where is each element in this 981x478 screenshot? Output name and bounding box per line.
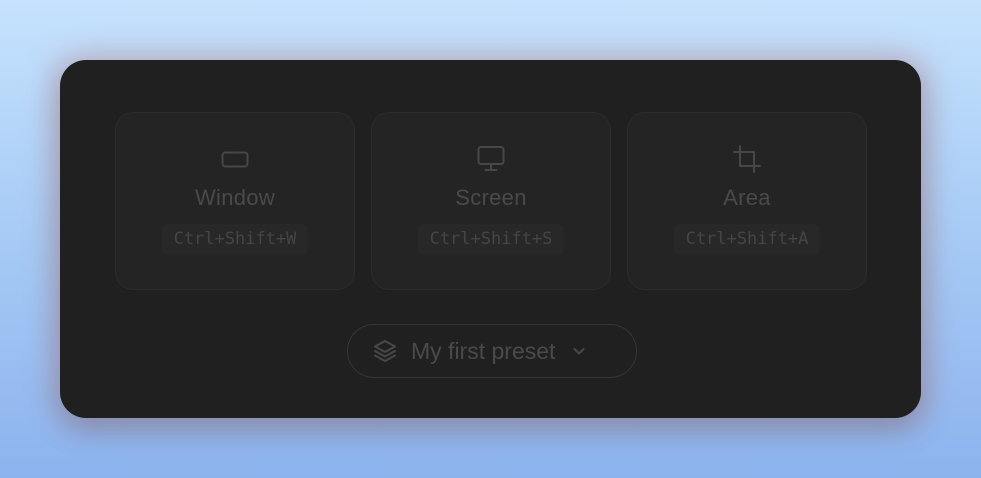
window-icon [220, 144, 250, 174]
capture-screen-button[interactable]: Screen Ctrl+Shift+S [371, 112, 611, 290]
capture-screen-shortcut: Ctrl+Shift+S [417, 224, 565, 255]
capture-mode-list: Window Ctrl+Shift+W Screen Ctrl+Shift+S [115, 112, 867, 290]
capture-window-shortcut: Ctrl+Shift+W [161, 224, 309, 255]
preset-selector[interactable]: My first preset [347, 324, 637, 378]
chevron-down-icon [571, 343, 587, 359]
capture-area-shortcut: Ctrl+Shift+A [673, 224, 821, 255]
layers-icon [372, 338, 398, 364]
capture-window-button[interactable]: Window Ctrl+Shift+W [115, 112, 355, 290]
preset-label: My first preset [411, 337, 556, 364]
capture-window-label: Window [194, 185, 276, 210]
crop-icon [732, 144, 762, 174]
capture-screen-label: Screen [455, 185, 527, 210]
capture-area-button[interactable]: Area Ctrl+Shift+A [627, 112, 867, 290]
monitor-icon [476, 144, 506, 174]
capture-panel: Window Ctrl+Shift+W Screen Ctrl+Shift+S [60, 60, 921, 418]
capture-area-label: Area [723, 185, 771, 210]
